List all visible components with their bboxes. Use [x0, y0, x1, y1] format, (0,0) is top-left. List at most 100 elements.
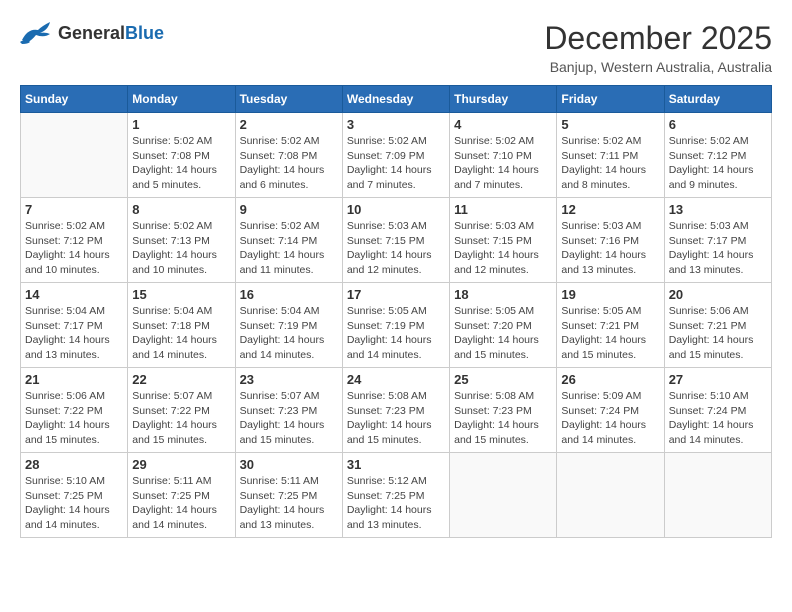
day-info: Sunrise: 5:02 AM Sunset: 7:12 PM Dayligh… [669, 134, 767, 193]
calendar-cell: 2 Sunrise: 5:02 AM Sunset: 7:08 PM Daylig… [235, 113, 342, 198]
day-info: Sunrise: 5:06 AM Sunset: 7:22 PM Dayligh… [25, 389, 123, 448]
calendar-cell [450, 453, 557, 538]
calendar-cell: 20 Sunrise: 5:06 AM Sunset: 7:21 PM Dayli… [664, 283, 771, 368]
calendar-day-header: Sunday [21, 86, 128, 113]
day-info: Sunrise: 5:04 AM Sunset: 7:18 PM Dayligh… [132, 304, 230, 363]
calendar-week-row: 21 Sunrise: 5:06 AM Sunset: 7:22 PM Dayli… [21, 368, 772, 453]
day-info: Sunrise: 5:04 AM Sunset: 7:19 PM Dayligh… [240, 304, 338, 363]
day-number: 29 [132, 457, 230, 472]
calendar-cell: 4 Sunrise: 5:02 AM Sunset: 7:10 PM Daylig… [450, 113, 557, 198]
day-info: Sunrise: 5:12 AM Sunset: 7:25 PM Dayligh… [347, 474, 445, 533]
calendar-cell: 22 Sunrise: 5:07 AM Sunset: 7:22 PM Dayli… [128, 368, 235, 453]
day-number: 15 [132, 287, 230, 302]
calendar-cell: 15 Sunrise: 5:04 AM Sunset: 7:18 PM Dayli… [128, 283, 235, 368]
calendar-cell: 6 Sunrise: 5:02 AM Sunset: 7:12 PM Daylig… [664, 113, 771, 198]
calendar-cell: 13 Sunrise: 5:03 AM Sunset: 7:17 PM Dayli… [664, 198, 771, 283]
calendar-cell: 1Sunrise: 5:02 AM Sunset: 7:08 PM Daylig… [128, 113, 235, 198]
logo-blue: Blue [125, 23, 164, 43]
calendar-cell: 3 Sunrise: 5:02 AM Sunset: 7:09 PM Daylig… [342, 113, 449, 198]
day-number: 14 [25, 287, 123, 302]
calendar-cell: 31 Sunrise: 5:12 AM Sunset: 7:25 PM Dayli… [342, 453, 449, 538]
calendar-cell: 8 Sunrise: 5:02 AM Sunset: 7:13 PM Daylig… [128, 198, 235, 283]
day-number: 7 [25, 202, 123, 217]
day-info: Sunrise: 5:05 AM Sunset: 7:19 PM Dayligh… [347, 304, 445, 363]
day-number: 11 [454, 202, 552, 217]
calendar-cell: 26Sunrise: 5:09 AM Sunset: 7:24 PM Dayli… [557, 368, 664, 453]
calendar-cell: 25Sunrise: 5:08 AM Sunset: 7:23 PM Dayli… [450, 368, 557, 453]
day-number: 9 [240, 202, 338, 217]
day-number: 2 [240, 117, 338, 132]
calendar-week-row: 28Sunrise: 5:10 AM Sunset: 7:25 PM Dayli… [21, 453, 772, 538]
calendar-week-row: 1 Sunrise: 5:02 AM Sunset: 7:08 PM Daylig… [21, 113, 772, 198]
calendar-cell: 23 Sunrise: 5:07 AM Sunset: 7:23 PM Dayli… [235, 368, 342, 453]
calendar-week-row: 7 Sunrise: 5:02 AM Sunset: 7:12 PM Daylig… [21, 198, 772, 283]
calendar-cell: 17 Sunrise: 5:05 AM Sunset: 7:19 PM Dayli… [342, 283, 449, 368]
day-number: 4 [454, 117, 552, 132]
calendar-day-header: Wednesday [342, 86, 449, 113]
day-number: 22 [132, 372, 230, 387]
calendar-week-row: 14 Sunrise: 5:04 AM Sunset: 7:17 PM Dayli… [21, 283, 772, 368]
day-info: Sunrise: 5:02 AM Sunset: 7:13 PM Dayligh… [132, 219, 230, 278]
day-info: Sunrise: 5:11 AM Sunset: 7:25 PM Dayligh… [240, 474, 338, 533]
calendar-cell [664, 453, 771, 538]
day-number: 18 [454, 287, 552, 302]
page-header: GeneralBlue December 2025 Banjup, Wester… [20, 20, 772, 75]
day-info: Sunrise: 5:02 AM Sunset: 7:10 PM Dayligh… [454, 134, 552, 193]
calendar-cell [21, 113, 128, 198]
day-info: Sunrise: 5:09 AM Sunset: 7:24 PM Dayligh… [561, 389, 659, 448]
day-info: Sunrise: 5:06 AM Sunset: 7:21 PM Dayligh… [669, 304, 767, 363]
logo-bird-icon [20, 20, 54, 46]
day-info: Sunrise: 5:04 AM Sunset: 7:17 PM Dayligh… [25, 304, 123, 363]
calendar-cell: 12Sunrise: 5:03 AM Sunset: 7:16 PM Dayli… [557, 198, 664, 283]
day-number: 3 [347, 117, 445, 132]
calendar-day-header: Saturday [664, 86, 771, 113]
day-number: 19 [561, 287, 659, 302]
day-number: 17 [347, 287, 445, 302]
logo: GeneralBlue [20, 20, 164, 46]
day-number: 16 [240, 287, 338, 302]
day-number: 30 [240, 457, 338, 472]
day-number: 1 [132, 117, 230, 132]
day-number: 20 [669, 287, 767, 302]
calendar-cell: 5Sunrise: 5:02 AM Sunset: 7:11 PM Daylig… [557, 113, 664, 198]
day-info: Sunrise: 5:02 AM Sunset: 7:08 PM Dayligh… [240, 134, 338, 193]
calendar-cell: 30 Sunrise: 5:11 AM Sunset: 7:25 PM Dayli… [235, 453, 342, 538]
day-info: Sunrise: 5:03 AM Sunset: 7:15 PM Dayligh… [347, 219, 445, 278]
day-info: Sunrise: 5:03 AM Sunset: 7:15 PM Dayligh… [454, 219, 552, 278]
day-number: 31 [347, 457, 445, 472]
day-number: 5 [561, 117, 659, 132]
day-info: Sunrise: 5:07 AM Sunset: 7:23 PM Dayligh… [240, 389, 338, 448]
day-info: Sunrise: 5:11 AM Sunset: 7:25 PM Dayligh… [132, 474, 230, 533]
day-info: Sunrise: 5:07 AM Sunset: 7:22 PM Dayligh… [132, 389, 230, 448]
calendar-cell: 24Sunrise: 5:08 AM Sunset: 7:23 PM Dayli… [342, 368, 449, 453]
calendar-cell: 14 Sunrise: 5:04 AM Sunset: 7:17 PM Dayli… [21, 283, 128, 368]
day-number: 27 [669, 372, 767, 387]
calendar-cell: 18Sunrise: 5:05 AM Sunset: 7:20 PM Dayli… [450, 283, 557, 368]
day-number: 28 [25, 457, 123, 472]
day-number: 6 [669, 117, 767, 132]
calendar-day-header: Friday [557, 86, 664, 113]
day-info: Sunrise: 5:03 AM Sunset: 7:17 PM Dayligh… [669, 219, 767, 278]
calendar-cell: 11 Sunrise: 5:03 AM Sunset: 7:15 PM Dayli… [450, 198, 557, 283]
calendar-cell: 21 Sunrise: 5:06 AM Sunset: 7:22 PM Dayli… [21, 368, 128, 453]
calendar-header-row: SundayMondayTuesdayWednesdayThursdayFrid… [21, 86, 772, 113]
calendar-cell: 19 Sunrise: 5:05 AM Sunset: 7:21 PM Dayli… [557, 283, 664, 368]
day-number: 24 [347, 372, 445, 387]
calendar-cell: 27Sunrise: 5:10 AM Sunset: 7:24 PM Dayli… [664, 368, 771, 453]
calendar-cell: 9Sunrise: 5:02 AM Sunset: 7:14 PM Daylig… [235, 198, 342, 283]
calendar-table: SundayMondayTuesdayWednesdayThursdayFrid… [20, 85, 772, 538]
day-number: 21 [25, 372, 123, 387]
day-info: Sunrise: 5:02 AM Sunset: 7:09 PM Dayligh… [347, 134, 445, 193]
calendar-cell: 7 Sunrise: 5:02 AM Sunset: 7:12 PM Daylig… [21, 198, 128, 283]
day-number: 8 [132, 202, 230, 217]
calendar-cell: 16 Sunrise: 5:04 AM Sunset: 7:19 PM Dayli… [235, 283, 342, 368]
day-number: 13 [669, 202, 767, 217]
calendar-cell: 28Sunrise: 5:10 AM Sunset: 7:25 PM Dayli… [21, 453, 128, 538]
day-number: 23 [240, 372, 338, 387]
day-number: 25 [454, 372, 552, 387]
calendar-cell [557, 453, 664, 538]
title-block: December 2025 Banjup, Western Australia,… [544, 20, 772, 75]
day-info: Sunrise: 5:02 AM Sunset: 7:12 PM Dayligh… [25, 219, 123, 278]
day-info: Sunrise: 5:05 AM Sunset: 7:21 PM Dayligh… [561, 304, 659, 363]
calendar-day-header: Tuesday [235, 86, 342, 113]
